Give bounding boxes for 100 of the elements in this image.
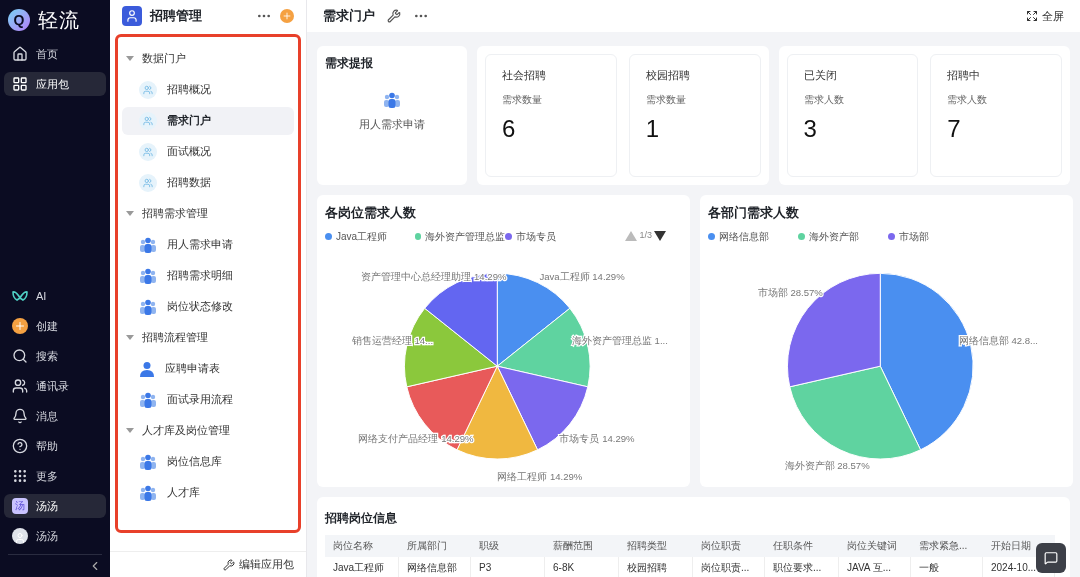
logo-icon: Q [8,9,30,31]
table-cell: P3 [471,557,545,577]
caret-icon [126,428,134,433]
people-icon [139,142,157,161]
nav-item[interactable]: 消息 [4,404,106,428]
people-icon [383,92,401,108]
stat-value: 6 [502,113,517,144]
people-icon [139,111,157,130]
stat-value: 7 [947,113,962,144]
nav-item[interactable]: 更多 [4,464,106,488]
wrench-icon [223,558,235,571]
tree-item[interactable]: 面试录用流程 [122,385,294,414]
nav-item[interactable]: 汤汤 [4,524,106,548]
stat-label: 需求人数 [803,92,845,107]
help-icon [12,438,28,454]
column-header: 岗位名称 [325,535,399,557]
stat-label: 需求数量 [502,92,543,107]
home-icon [12,46,28,62]
nav-item[interactable]: 应用包 [4,72,106,96]
chart-title: 各岗位需求人数 [325,204,417,222]
slice-label: 网络信息部 42.8... [958,334,1038,346]
nav-item[interactable]: 帮助 [4,434,106,458]
caret-icon [126,56,134,61]
stat-title: 校园招聘 [645,68,691,83]
plus-icon [12,318,28,334]
column-header: 职级 [471,535,545,557]
bell-icon [12,408,28,424]
stat-label: 需求人数 [947,92,989,107]
page-title: 需求门户 [323,7,375,26]
legend-label: 市场部 [899,229,929,244]
app-title: 招聘管理 [150,7,202,26]
tree-item[interactable]: 招聘数据 [122,168,294,197]
stat-title: 招聘中 [947,68,982,83]
people-icon [12,378,28,394]
people-icon [139,391,157,408]
brand-name: 轻流 [38,8,80,33]
slice-label: 市场部 28.57% [757,286,823,298]
nav-item[interactable]: 创建 [4,314,106,338]
table-cell: 职位要求... [765,557,839,577]
legend-label: 网络信息部 [719,229,769,244]
tree-item[interactable]: 岗位信息库 [122,447,294,476]
tree-item[interactable]: 面试概况 [122,137,294,166]
stat-title: 社会招聘 [502,68,547,83]
tree-group[interactable]: 数据门户 [122,43,294,74]
nav-item[interactable]: 通讯录 [4,374,106,398]
people-icon [139,484,157,501]
nav-item[interactable]: AI [4,284,106,308]
legend-label: Java工程师 [336,229,388,244]
people-icon [139,267,157,284]
table-cell: 校园招聘 [619,557,693,577]
grid-icon [12,76,28,92]
page-down-icon[interactable] [654,231,666,241]
search-icon [12,348,28,364]
slice-label: 市场专员 14.29% [559,432,635,444]
stat-label: 需求数量 [645,92,687,107]
tree-item[interactable]: 招聘概况 [122,75,294,104]
tree-item[interactable]: 用人需求申请 [122,230,294,259]
edit-app-button[interactable]: 编辑应用包 [223,556,294,573]
app-icon [122,6,142,26]
butterfly-icon [12,290,28,302]
column-header: 需求紧急... [911,535,983,557]
avatar-icon [12,528,28,544]
chart-title: 各部门需求人数 [708,204,800,222]
nav-item[interactable]: 首页 [4,42,106,66]
table-cell: 网络信息部 [399,557,471,577]
caret-icon [126,211,134,216]
chat-button[interactable] [1036,543,1066,573]
nav-item[interactable]: 搜索 [4,344,106,368]
column-header: 岗位关键词 [839,535,911,557]
column-header: 薪酬范围 [545,535,619,557]
stat-value: 1 [645,113,661,144]
table-cell: JAVA 互... [839,557,911,577]
people-icon [139,80,157,99]
stat-value: 3 [803,113,818,144]
people-icon [139,173,157,192]
card-title: 需求提报 [325,55,374,72]
table-cell: 一般 [911,557,983,577]
slice-label: Java工程师 14.29% [539,270,625,282]
legend-label: 市场专员 [516,229,556,244]
nav-item[interactable]: 汤 汤汤 [4,494,106,518]
tree-group[interactable]: 招聘需求管理 [122,198,294,229]
legend-page: 1/3 [639,229,652,243]
fullscreen-button[interactable]: 全屏 [1026,7,1064,25]
table-cell: Java工程师 [325,557,399,577]
slice-label: 海外资产部 28.57% [784,459,870,471]
chat-icon [1044,551,1058,565]
tree-item[interactable]: 人才库 [122,478,294,507]
tree-group[interactable]: 招聘流程管理 [122,322,294,353]
tree-group[interactable]: 人才库及岗位管理 [122,415,294,446]
person-icon [139,360,155,377]
report-shortcut[interactable]: 用人需求申请 [325,92,459,133]
legend-label: 海外资产管理总监 [425,229,505,244]
tree-item[interactable]: 应聘申请表 [122,354,294,383]
tree-item[interactable]: 岗位状态修改 [122,292,294,321]
tree-item[interactable]: 招聘需求明细 [122,261,294,290]
expand-icon [1026,10,1038,22]
tree-item[interactable]: 需求门户 [122,106,294,135]
wrench-icon[interactable] [387,9,401,23]
table-cell: 6-8K [545,557,619,577]
stat-title: 已关闭 [803,68,838,83]
